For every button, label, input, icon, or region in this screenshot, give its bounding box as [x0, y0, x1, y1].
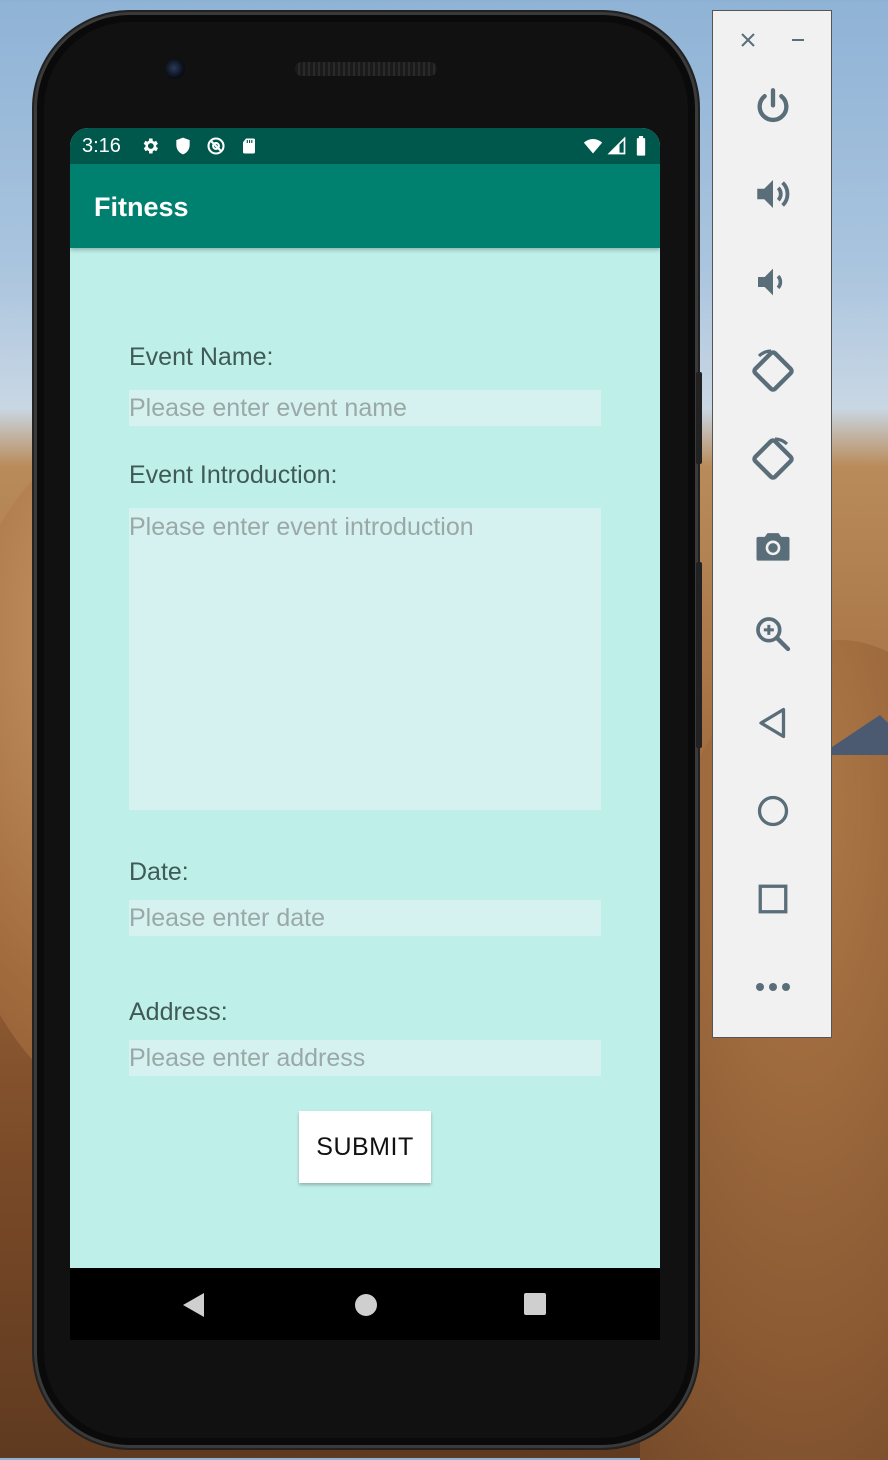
app-title: Fitness	[94, 192, 189, 222]
rotate-right-button[interactable]	[713, 429, 833, 489]
overview-icon	[758, 884, 788, 914]
submit-button[interactable]: SUBMIT	[299, 1111, 431, 1183]
rotate-right-icon	[752, 437, 794, 480]
status-time: 3:16	[82, 135, 121, 157]
event-introduction-input[interactable]	[129, 508, 601, 810]
address-label: Address:	[129, 998, 228, 1026]
gear-icon	[143, 138, 158, 154]
back-icon[interactable]	[182, 1292, 206, 1318]
cell-signal-icon	[607, 136, 626, 155]
volume-down-icon	[758, 268, 783, 296]
home-icon	[757, 795, 789, 827]
address-input[interactable]	[129, 1040, 601, 1076]
zoom-button[interactable]	[713, 604, 833, 664]
back-icon	[759, 707, 786, 739]
navigation-bar	[70, 1268, 660, 1340]
more-icon	[756, 983, 790, 991]
phone-screen: 3:16 Fitness Event Name: Please enter ev…	[70, 128, 660, 1268]
event-introduction-label: Event Introduction:	[129, 461, 338, 489]
front-camera	[165, 59, 185, 79]
phone-side-button-lower	[696, 562, 702, 748]
volume-down-button[interactable]	[713, 252, 833, 312]
shield-icon	[176, 137, 190, 155]
toolbar-overview-button[interactable]	[713, 869, 833, 929]
screenshot-button[interactable]	[713, 516, 833, 576]
app-bar: Fitness	[70, 164, 660, 248]
earpiece-speaker	[295, 62, 437, 76]
battery-icon	[636, 136, 646, 156]
wifi-icon	[583, 139, 603, 154]
phone-side-button-upper	[696, 372, 702, 464]
date-input[interactable]	[129, 900, 601, 936]
sd-card-icon	[243, 138, 255, 154]
zoom-icon	[756, 617, 791, 652]
rotate-left-icon	[752, 349, 794, 392]
event-name-label: Event Name:	[129, 343, 274, 371]
date-label: Date:	[129, 858, 189, 886]
minimize-icon[interactable]	[783, 25, 813, 55]
emulator-toolbar	[712, 10, 832, 1038]
close-icon[interactable]	[733, 25, 763, 55]
rotate-left-button[interactable]	[713, 341, 833, 401]
home-icon[interactable]	[354, 1293, 378, 1317]
camera-icon	[756, 533, 790, 561]
event-name-input[interactable]	[129, 390, 601, 426]
toolbar-home-button[interactable]	[713, 781, 833, 841]
toolbar-more-button[interactable]	[713, 957, 833, 1017]
toolbar-back-button[interactable]	[713, 693, 833, 753]
power-icon	[757, 88, 789, 123]
volume-up-icon	[757, 180, 790, 208]
status-bar: 3:16	[70, 128, 660, 164]
at-sign-icon	[207, 137, 225, 155]
volume-up-button[interactable]	[713, 164, 833, 224]
power-button[interactable]	[713, 77, 833, 137]
recents-icon[interactable]	[524, 1293, 546, 1315]
